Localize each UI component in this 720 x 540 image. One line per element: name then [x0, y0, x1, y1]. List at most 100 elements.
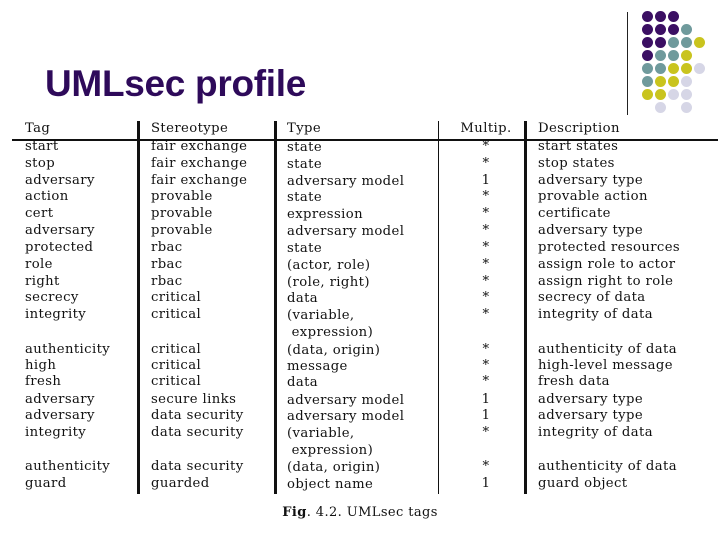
cell-description: assign right to role — [538, 274, 674, 289]
cell-multiplicity: * — [482, 459, 490, 474]
cell-description: adversary type — [538, 223, 644, 238]
caption-number: . 4.2. — [306, 505, 343, 520]
cell-type: message — [287, 359, 348, 374]
cell-type: expression — [287, 207, 363, 222]
cell-type: state — [287, 190, 323, 205]
cell-type: (actor, role) — [287, 258, 371, 273]
cell-multiplicity: * — [482, 274, 490, 289]
cell-multiplicity: 1 — [481, 476, 491, 491]
cell-stereotype: data security — [151, 459, 244, 474]
cell-type: (variable, expression) — [287, 426, 374, 458]
cell-type: adversary model — [287, 224, 405, 239]
cell-multiplicity: 1 — [481, 408, 491, 423]
cell-stereotype: secure links — [151, 392, 237, 407]
cell-tag: high — [25, 358, 57, 373]
header-multiplicity: Multip. — [460, 121, 512, 136]
cell-type: (role, right) — [287, 275, 370, 290]
cell-tag: action — [25, 189, 69, 204]
cell-description: fresh data — [538, 374, 610, 389]
cell-multiplicity: * — [482, 257, 490, 272]
header-description: Description — [538, 121, 620, 136]
cell-stereotype: critical — [151, 358, 202, 373]
cell-stereotype: fair exchange — [151, 156, 248, 171]
cell-description: guard object — [538, 476, 628, 491]
cell-tag: guard — [25, 476, 67, 491]
cell-description: stop states — [538, 156, 615, 171]
cell-stereotype: provable — [151, 206, 213, 221]
cell-description: integrity of data — [538, 425, 653, 440]
cell-type: object name — [287, 477, 374, 492]
cell-stereotype: fair exchange — [151, 173, 248, 188]
cell-type: adversary model — [287, 174, 405, 189]
cell-type: adversary model — [287, 409, 405, 424]
cell-stereotype: critical — [151, 307, 202, 322]
caption-text: UMLsec tags — [342, 505, 438, 520]
cell-multiplicity: 1 — [481, 392, 491, 407]
cell-multiplicity: * — [482, 374, 490, 389]
cell-tag: fresh — [25, 374, 62, 389]
cell-tag: integrity — [25, 307, 87, 322]
cell-multiplicity: * — [482, 358, 490, 373]
cell-multiplicity: * — [482, 342, 490, 357]
cell-description: protected resources — [538, 240, 681, 255]
header-tag: Tag — [25, 121, 51, 136]
cell-stereotype: rbac — [151, 240, 183, 255]
cell-stereotype: guarded — [151, 476, 210, 491]
cell-description: authenticity of data — [538, 459, 677, 474]
cell-stereotype: fair exchange — [151, 139, 248, 154]
cell-stereotype: critical — [151, 290, 202, 305]
cell-description: secrecy of data — [538, 290, 646, 305]
cell-tag: secrecy — [25, 290, 79, 305]
cell-tag: integrity — [25, 425, 87, 440]
cell-multiplicity: * — [482, 307, 490, 322]
cell-type: (data, origin) — [287, 460, 381, 475]
cell-stereotype: provable — [151, 189, 213, 204]
umlsec-tags-table: Tag Stereotype Type Multip. Description … — [0, 0, 720, 540]
column-divider — [438, 121, 439, 494]
cell-description: start states — [538, 139, 619, 154]
cell-multiplicity: * — [482, 290, 490, 305]
cell-tag: adversary — [25, 392, 95, 407]
cell-type: state — [287, 140, 323, 155]
column-divider — [274, 121, 277, 494]
cell-description: provable action — [538, 189, 648, 204]
cell-type: state — [287, 241, 323, 256]
cell-multiplicity: * — [482, 425, 490, 440]
cell-tag: role — [25, 257, 53, 272]
cell-tag: stop — [25, 156, 56, 171]
cell-tag: adversary — [25, 408, 95, 423]
cell-type: data — [287, 375, 319, 390]
cell-description: adversary type — [538, 408, 644, 423]
cell-description: adversary type — [538, 173, 644, 188]
cell-tag: authenticity — [25, 342, 111, 357]
figure-caption: Fig. 4.2. UMLsec tags — [0, 505, 720, 520]
cell-stereotype: critical — [151, 374, 202, 389]
cell-stereotype: data security — [151, 425, 244, 440]
cell-multiplicity: * — [482, 139, 490, 154]
cell-tag: start — [25, 139, 59, 154]
header-type: Type — [287, 121, 322, 136]
cell-description: high-level message — [538, 358, 673, 373]
cell-description: integrity of data — [538, 307, 653, 322]
cell-type: (data, origin) — [287, 343, 381, 358]
column-divider — [137, 121, 140, 494]
cell-stereotype: rbac — [151, 257, 183, 272]
cell-description: adversary type — [538, 392, 644, 407]
cell-stereotype: critical — [151, 342, 202, 357]
cell-multiplicity: * — [482, 156, 490, 171]
cell-multiplicity: 1 — [481, 173, 491, 188]
cell-tag: right — [25, 274, 60, 289]
cell-multiplicity: * — [482, 240, 490, 255]
cell-tag: adversary — [25, 173, 95, 188]
cell-stereotype: data security — [151, 408, 244, 423]
cell-multiplicity: * — [482, 206, 490, 221]
caption-label: Fig — [282, 505, 307, 520]
cell-stereotype: provable — [151, 223, 213, 238]
cell-type: (variable, expression) — [287, 308, 374, 340]
cell-description: assign role to actor — [538, 257, 676, 272]
cell-type: data — [287, 291, 319, 306]
cell-tag: authenticity — [25, 459, 111, 474]
cell-multiplicity: * — [482, 189, 490, 204]
header-stereotype: Stereotype — [151, 121, 229, 136]
cell-stereotype: rbac — [151, 274, 183, 289]
